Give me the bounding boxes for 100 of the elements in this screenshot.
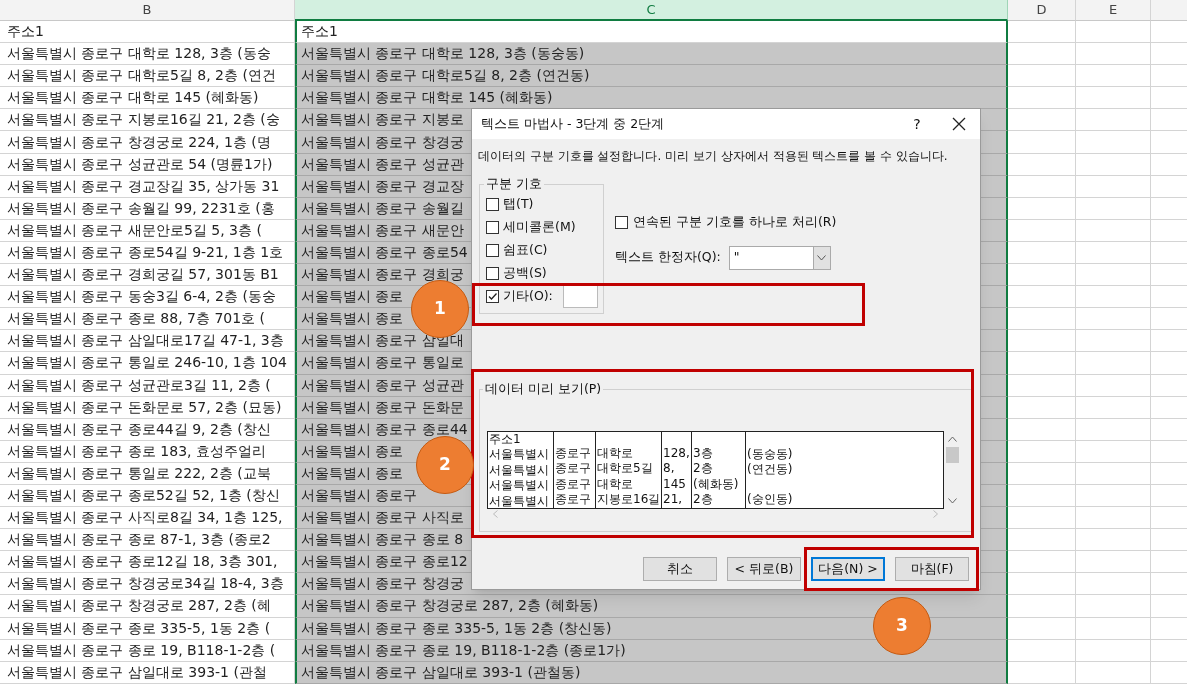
empty-cell[interactable] — [1076, 661, 1151, 684]
checkbox[interactable] — [486, 243, 499, 257]
empty-cell[interactable] — [1076, 264, 1151, 287]
checkbox[interactable] — [486, 220, 499, 234]
empty-cell[interactable] — [1076, 639, 1151, 662]
empty-cell[interactable] — [1076, 462, 1151, 485]
table-cell-text: 서울특별시 종로구 종로 335-5, 1동 2층 ( — [7, 618, 271, 638]
empty-cell[interactable] — [1076, 573, 1151, 596]
group-label: 구분 기호 — [485, 175, 543, 193]
empty-cell[interactable] — [1076, 21, 1151, 44]
empty-cell[interactable] — [1076, 529, 1151, 552]
checkbox-label[interactable]: 연속된 구분 기호를 하나로 처리(R) — [633, 213, 837, 232]
caret-icon — [817, 254, 827, 261]
table-cell-text: 서울특별시 종로 — [301, 287, 404, 307]
table-cell-text: 서울특별시 종로구 종로 88, 7층 701호 ( — [7, 309, 266, 329]
table-cell-text: 서울특별시 종로구 삼일대로 393-1 (관철 — [7, 662, 267, 682]
table-cell-text: 서울특별시 종로구 창경궁로 224, 1층 (명 — [7, 132, 271, 152]
table-cell-text: 서울특별시 종로구 돈화문로 57, 2층 (묘동) — [7, 397, 282, 417]
table-cell-text: 서울특별시 종로구 종로 87-1, 3층 (종로2 — [7, 530, 271, 550]
empty-cell[interactable] — [1076, 65, 1151, 88]
close-button[interactable] — [952, 117, 966, 131]
scroll-left-icon[interactable] — [493, 509, 498, 518]
preview-cell-text: 2층 — [693, 461, 714, 477]
table-cell-text: 서울특별시 종로구 송월길 99, 2231호 (홍 — [7, 198, 275, 218]
field-label: 텍스트 한정자(Q): — [615, 248, 721, 267]
empty-cell[interactable] — [1076, 131, 1151, 154]
checkbox[interactable] — [486, 197, 499, 211]
qualifier-dropdown[interactable]: " — [728, 245, 831, 270]
preview-cell-text: 2층 — [693, 492, 714, 508]
checkbox-label[interactable]: 쉼표(C) — [503, 240, 548, 260]
close-icon — [952, 117, 966, 131]
table-cell-text: 서울특별시 종로구 경희궁길 57, 301동 B1 — [7, 265, 279, 285]
checkbox[interactable] — [486, 289, 499, 303]
table-cell-text: 서울특별시 종로구 — [301, 486, 418, 505]
table-cell-text: 서울특별시 종로구 창경궁로 287, 2층 (혜 — [7, 596, 271, 616]
preview-cell-text: 145 — [663, 476, 687, 493]
preview-cell-text: 대학로 — [597, 445, 634, 462]
preview-cell-text: 대학로5길 — [597, 461, 654, 477]
preview-cell-text: 서울특별시 — [489, 447, 550, 463]
empty-cell[interactable] — [1076, 418, 1151, 441]
checkbox[interactable] — [486, 266, 499, 280]
empty-cell[interactable] — [1076, 374, 1151, 397]
empty-cell[interactable] — [1076, 396, 1151, 419]
scrollbar-thumb[interactable] — [946, 446, 959, 463]
checkbox-label[interactable]: 세미콜론(M) — [503, 217, 576, 237]
table-cell-text: 서울특별시 종로구 대학로 128, 3층 (동숭 — [7, 44, 271, 64]
empty-cell[interactable] — [1076, 109, 1151, 132]
table-cell-text: 서울특별시 종로구 종로12 — [301, 552, 468, 572]
window-title: 텍스트 마법사 - 3단계 중 2단계 — [481, 114, 665, 133]
dialog-button[interactable]: 취소 — [643, 557, 717, 581]
column-header[interactable]: B — [0, 0, 295, 21]
table-cell-text: 서울특별시 종로구 창경궁로 287, 2층 (혜화동) — [301, 596, 599, 616]
empty-cell[interactable] — [1076, 308, 1151, 331]
checkbox-label[interactable]: 기타(O): — [503, 286, 553, 306]
column-header[interactable]: E — [1076, 0, 1151, 21]
checkbox-label[interactable]: 공백(S) — [503, 263, 547, 283]
table-cell-text: 서울특별시 종로구 종로 335-5, 1동 2층 (창신동) — [301, 618, 612, 638]
empty-cell[interactable] — [1076, 153, 1151, 176]
column-header[interactable] — [1151, 0, 1187, 21]
empty-cell[interactable] — [1076, 241, 1151, 265]
table-cell-text: 서울특별시 종로구 대학로 145 (혜화동) — [7, 88, 259, 108]
table-cell-text: 주소1 — [7, 22, 44, 42]
empty-cell[interactable] — [1076, 87, 1151, 110]
empty-cell[interactable] — [1076, 551, 1151, 574]
empty-cell[interactable] — [1076, 197, 1151, 220]
empty-cell[interactable] — [1076, 617, 1151, 640]
preview-cell-text: (동숭동) — [747, 446, 794, 462]
table-cell-text: 서울특별시 종로구 대학로 145 (혜화동) — [301, 88, 553, 108]
checkbox-label[interactable]: 탭(T) — [503, 194, 534, 214]
dialog-button[interactable]: < 뒤로(B) — [727, 557, 801, 581]
empty-cell[interactable] — [1076, 440, 1151, 463]
empty-cell[interactable] — [1076, 219, 1151, 242]
dialog-button[interactable]: 다음(N) > — [811, 557, 885, 581]
preview-cell-text: 종로구 — [555, 492, 592, 508]
help-button[interactable]: ? — [907, 113, 927, 135]
empty-cell[interactable] — [1076, 43, 1151, 66]
empty-cell[interactable] — [1076, 175, 1151, 198]
table-cell-text: 서울특별시 종로구 종로44길 9, 2층 (창신 — [7, 419, 271, 439]
table-cell-text: 서울특별시 종로구 대학로5길 8, 2층 (연건 — [7, 66, 276, 86]
scroll-right-icon[interactable] — [933, 509, 938, 518]
preview-cell-text: 21, — [663, 492, 684, 508]
input-field[interactable] — [562, 284, 598, 308]
empty-cell[interactable] — [1076, 286, 1151, 309]
empty-cell[interactable] — [1076, 595, 1151, 618]
table-cell-text: 서울특별시 종로구 성균관로 54 (명륜1가) — [7, 154, 273, 174]
column-header[interactable]: C — [295, 0, 1008, 21]
empty-cell[interactable] — [1076, 330, 1151, 353]
table-cell-text: 서울특별시 종로구 경교장길 35, 상가동 31 — [7, 176, 280, 196]
table-cell-text: 서울특별시 종로구 종로 8 — [301, 530, 464, 550]
table-cell-text: 서울특별시 종로구 대학로 128, 3층 (동숭동) — [301, 44, 585, 64]
table-cell-text: 서울특별시 종로구 성균관 — [301, 154, 464, 174]
scroll-down-icon[interactable] — [948, 497, 957, 504]
dialog-button[interactable]: 마침(F) — [895, 557, 969, 581]
empty-cell[interactable] — [1076, 507, 1151, 530]
checkbox[interactable] — [615, 215, 628, 229]
empty-cell[interactable] — [1076, 352, 1151, 375]
empty-cell[interactable] — [1076, 484, 1151, 508]
scroll-up-icon[interactable] — [948, 435, 957, 442]
preview-cell-text: 종로구 — [555, 461, 592, 477]
column-header[interactable]: D — [1008, 0, 1076, 21]
